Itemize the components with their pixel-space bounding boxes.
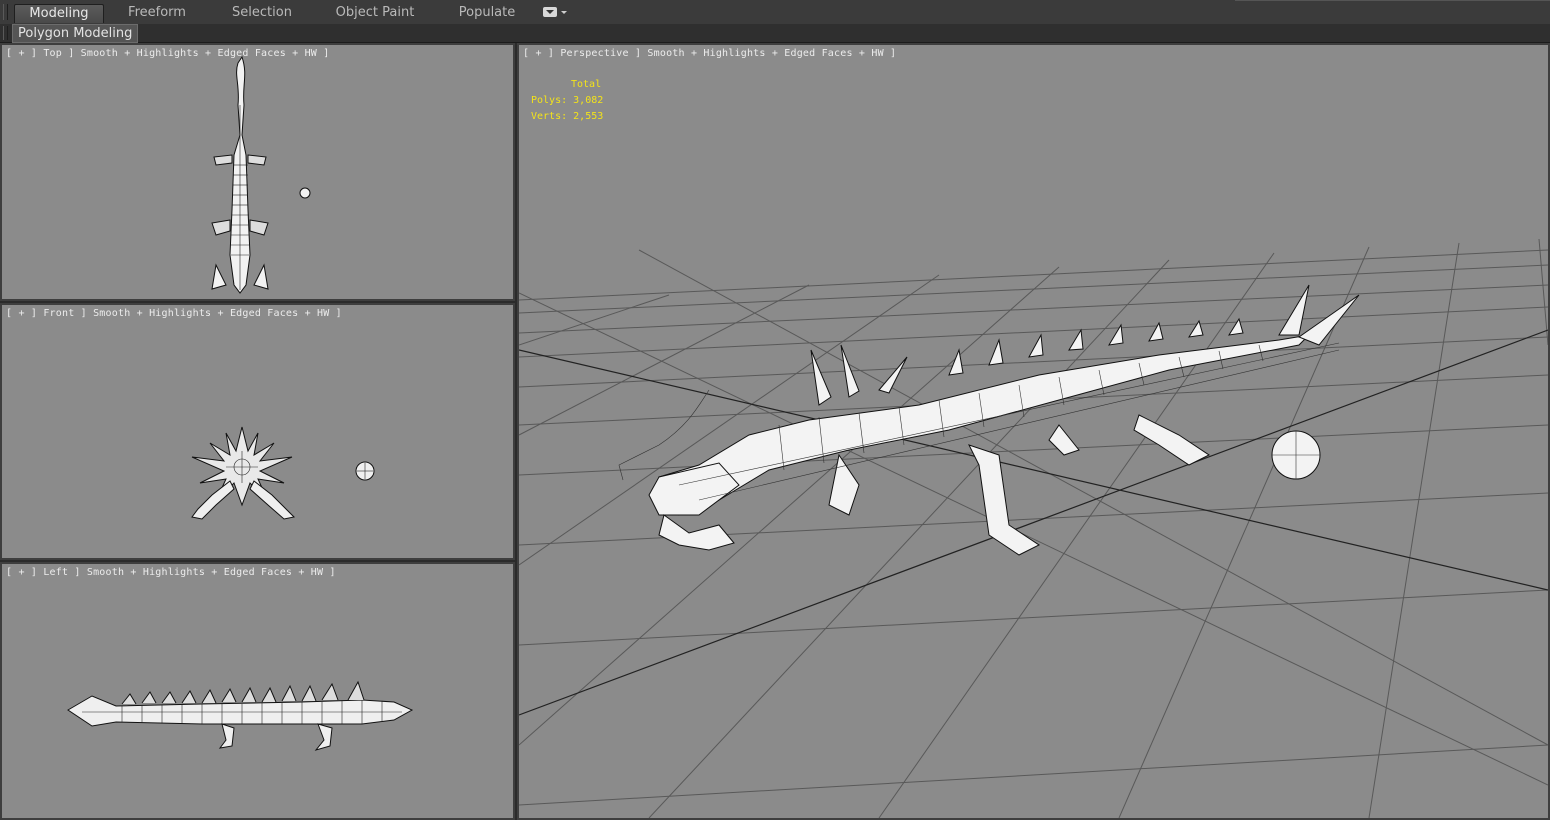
verts-label: Verts: (531, 111, 568, 122)
tab-selection[interactable]: Selection (216, 4, 308, 22)
tab-object-paint[interactable]: Object Paint (322, 4, 428, 22)
viewport-front-label[interactable]: [ + ] Front ] Smooth + Highlights + Edge… (6, 308, 342, 319)
top-view-dragon-wireframe (211, 55, 311, 294)
panel-grip[interactable] (3, 26, 8, 40)
polys-value: 3,082 (573, 95, 604, 106)
ribbon-options-dropdown-icon[interactable] (543, 6, 569, 20)
polygon-modeling-panel-button[interactable]: Polygon Modeling (12, 24, 139, 43)
ribbon-divider (1235, 0, 1550, 1)
viewport-perspective-label[interactable]: [ + ] Perspective ] Smooth + Highlights … (523, 48, 896, 59)
verts-value: 2,553 (573, 111, 604, 122)
stats-polys: Polys: 3,082 (531, 93, 603, 109)
tab-populate[interactable]: Populate (444, 4, 530, 22)
stats-header: Total (571, 79, 602, 90)
ribbon-tabs-bar: Modeling Freeform Selection Object Paint… (0, 0, 1550, 25)
front-view-dragon-wireframe (191, 426, 375, 520)
ribbon-grip[interactable] (3, 4, 8, 20)
viewport-front[interactable]: [ + ] Front ] Smooth + Highlights + Edge… (0, 303, 515, 560)
polys-label: Polys: (531, 95, 568, 106)
scene-statistics: Total Polys: 3,082 Verts: 2,553 (531, 77, 603, 125)
viewport-top-label[interactable]: [ + ] Top ] Smooth + Highlights + Edged … (6, 48, 329, 59)
tab-modeling[interactable]: Modeling (14, 4, 104, 23)
ribbon-panel-strip: Polygon Modeling (0, 24, 1550, 43)
left-view-dragon-wireframe (67, 680, 414, 751)
perspective-grid-and-dragon (519, 238, 1548, 818)
stats-verts: Verts: 2,553 (531, 109, 603, 125)
viewport-perspective[interactable]: [ + ] Perspective ] Smooth + Highlights … (517, 43, 1550, 820)
viewport-left[interactable]: [ + ] Left ] Smooth + Highlights + Edged… (0, 562, 515, 820)
tab-freeform[interactable]: Freeform (112, 4, 202, 22)
viewport-top[interactable]: [ + ] Top ] Smooth + Highlights + Edged … (0, 43, 515, 301)
viewport-left-label[interactable]: [ + ] Left ] Smooth + Highlights + Edged… (6, 567, 336, 578)
